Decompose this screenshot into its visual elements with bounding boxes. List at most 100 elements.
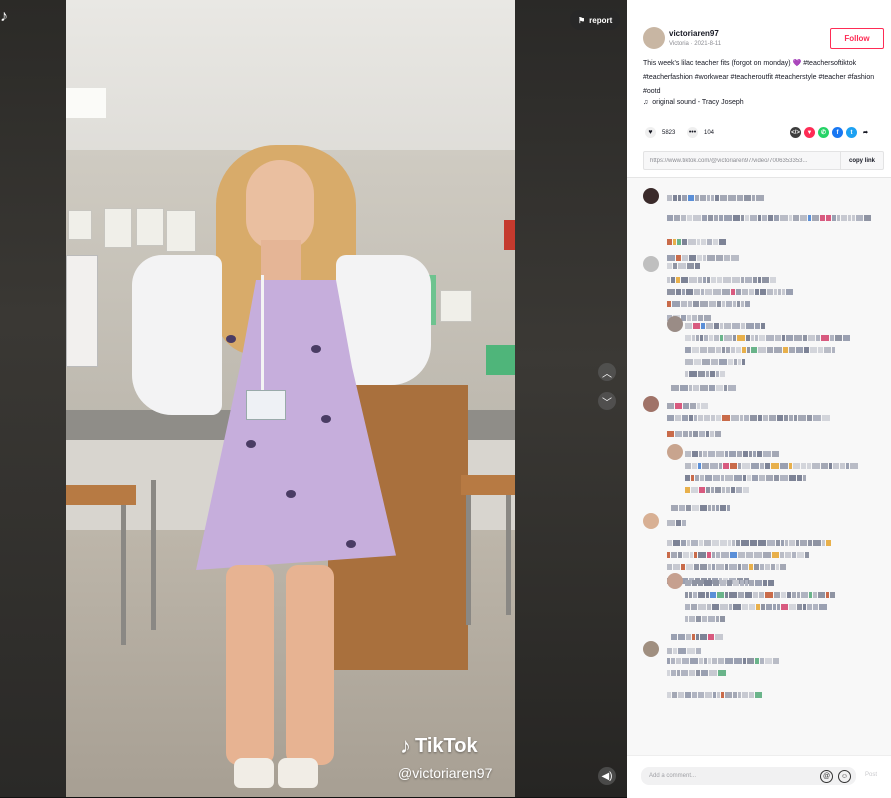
dress-print [346,540,356,548]
censored-text [685,468,807,481]
censored-text [667,294,751,307]
author-subline: Victoria · 2021-8-11 [669,41,722,47]
censored-text [667,248,740,261]
censored-text [685,597,828,610]
wall-poster [104,208,132,248]
censored-text [671,498,731,511]
censored-text [667,308,712,321]
mention-icon[interactable]: @ [820,769,833,783]
video-info-header: victoriaren97 Victoria · 2021-8-11 Follo… [627,0,891,178]
censored-text [667,533,832,546]
person-leg-left [226,565,274,765]
censored-text [685,364,726,377]
censored-text [667,685,763,698]
censored-text [667,282,794,295]
comment-icon[interactable]: ••• [687,127,698,138]
twitter-icon[interactable]: t [846,127,857,138]
censored-text [685,316,766,329]
post-button[interactable]: Post [865,772,877,778]
censored-text [685,456,859,469]
censored-text [667,513,687,526]
commenter-avatar[interactable] [643,256,659,272]
wall-poster [166,210,196,252]
comments-list[interactable] [627,178,891,755]
desk-leg [151,480,156,630]
commenter-avatar[interactable] [643,641,659,657]
censored-text [667,270,777,283]
sound-label: original sound - Tracy Joseph [652,99,744,106]
censored-text [667,208,872,221]
censored-text [685,480,750,493]
comment-count: 104 [704,129,715,136]
dress-print [246,440,256,448]
dress-print [286,490,296,498]
ceiling-light [66,88,106,118]
report-button[interactable]: ⚑ report [570,10,621,30]
video-frame[interactable] [66,0,515,797]
censored-text [685,328,851,341]
censored-text [685,444,780,457]
chevron-down-icon: ﹀ [602,397,612,409]
tiktok-logo-icon[interactable]: ♪ [0,8,8,26]
commenter-avatar[interactable] [643,396,659,412]
red-sign [504,220,515,250]
censored-text [667,545,810,558]
tiktok-watermark: ♪ TikTok [400,733,478,759]
cardigan-left-sleeve [132,255,222,415]
censored-text [667,188,765,201]
wall-poster [68,210,92,240]
comment-bar: Add a comment... @ ☺ Post [627,755,891,798]
censored-text [685,573,775,586]
censored-text [667,396,709,409]
author-username[interactable]: victoriaren97 [669,29,719,38]
watermark-brand: TikTok [415,734,478,757]
facebook-icon[interactable]: f [832,127,843,138]
censored-text [667,256,701,269]
video-player[interactable]: ♪ ⚑ report ︿ ﹀ ◀) ♪ TikTok @victoriaren9… [0,0,627,797]
censored-text [667,557,787,570]
avatar[interactable] [643,27,665,49]
censored-text [667,408,831,421]
heart-icon[interactable]: ♥ [645,127,656,138]
like-stat[interactable]: ♥ 5823 [645,127,675,138]
commenter-avatar[interactable] [667,444,683,460]
censored-text [667,232,727,245]
like-count: 5823 [662,129,676,136]
share-icons: </> ▼ ✆ f t ➦ [790,127,871,138]
volume-button[interactable]: ◀) [598,767,616,785]
previous-video-button[interactable]: ︿ [598,363,616,381]
person-face [246,160,314,250]
emoji-icon[interactable]: ☺ [838,769,851,783]
follow-button[interactable]: Follow [830,28,884,49]
person-leg-right [286,565,334,765]
next-video-button[interactable]: ﹀ [598,392,616,410]
copy-link-button[interactable]: copy link [839,152,883,169]
embed-icon[interactable]: </> [790,127,801,138]
commenter-avatar[interactable] [667,316,683,332]
sound-link[interactable]: ♫ original sound - Tracy Joseph [643,99,744,106]
censored-text [667,651,780,664]
person-neck [261,240,301,280]
share-arrow-icon[interactable]: ➦ [860,127,871,138]
censored-text [685,585,836,598]
wall-poster [136,208,164,246]
censored-text [667,641,702,654]
video-caption: This week's lilac teacher fits (forgot o… [643,60,875,95]
desk-leg [466,495,471,625]
commenter-avatar[interactable] [667,573,683,589]
comment-stat[interactable]: ••• 104 [687,127,714,138]
comment-input[interactable]: Add a comment... @ ☺ [641,767,856,785]
censored-text [667,424,722,437]
lanyard [261,275,264,390]
id-badge [246,390,286,420]
dress-print [311,345,321,353]
wall-poster [440,290,472,322]
whatsapp-icon[interactable]: ✆ [818,127,829,138]
commenter-avatar[interactable] [643,188,659,204]
censored-text [685,609,726,622]
chevron-up-icon: ︿ [602,368,612,380]
tiktok-friends-icon[interactable]: ▼ [804,127,815,138]
commenter-avatar[interactable] [643,513,659,529]
video-link[interactable]: https://www.tiktok.com/@victoriaren97/vi… [644,158,840,164]
music-note-icon: ♫ [643,99,649,106]
